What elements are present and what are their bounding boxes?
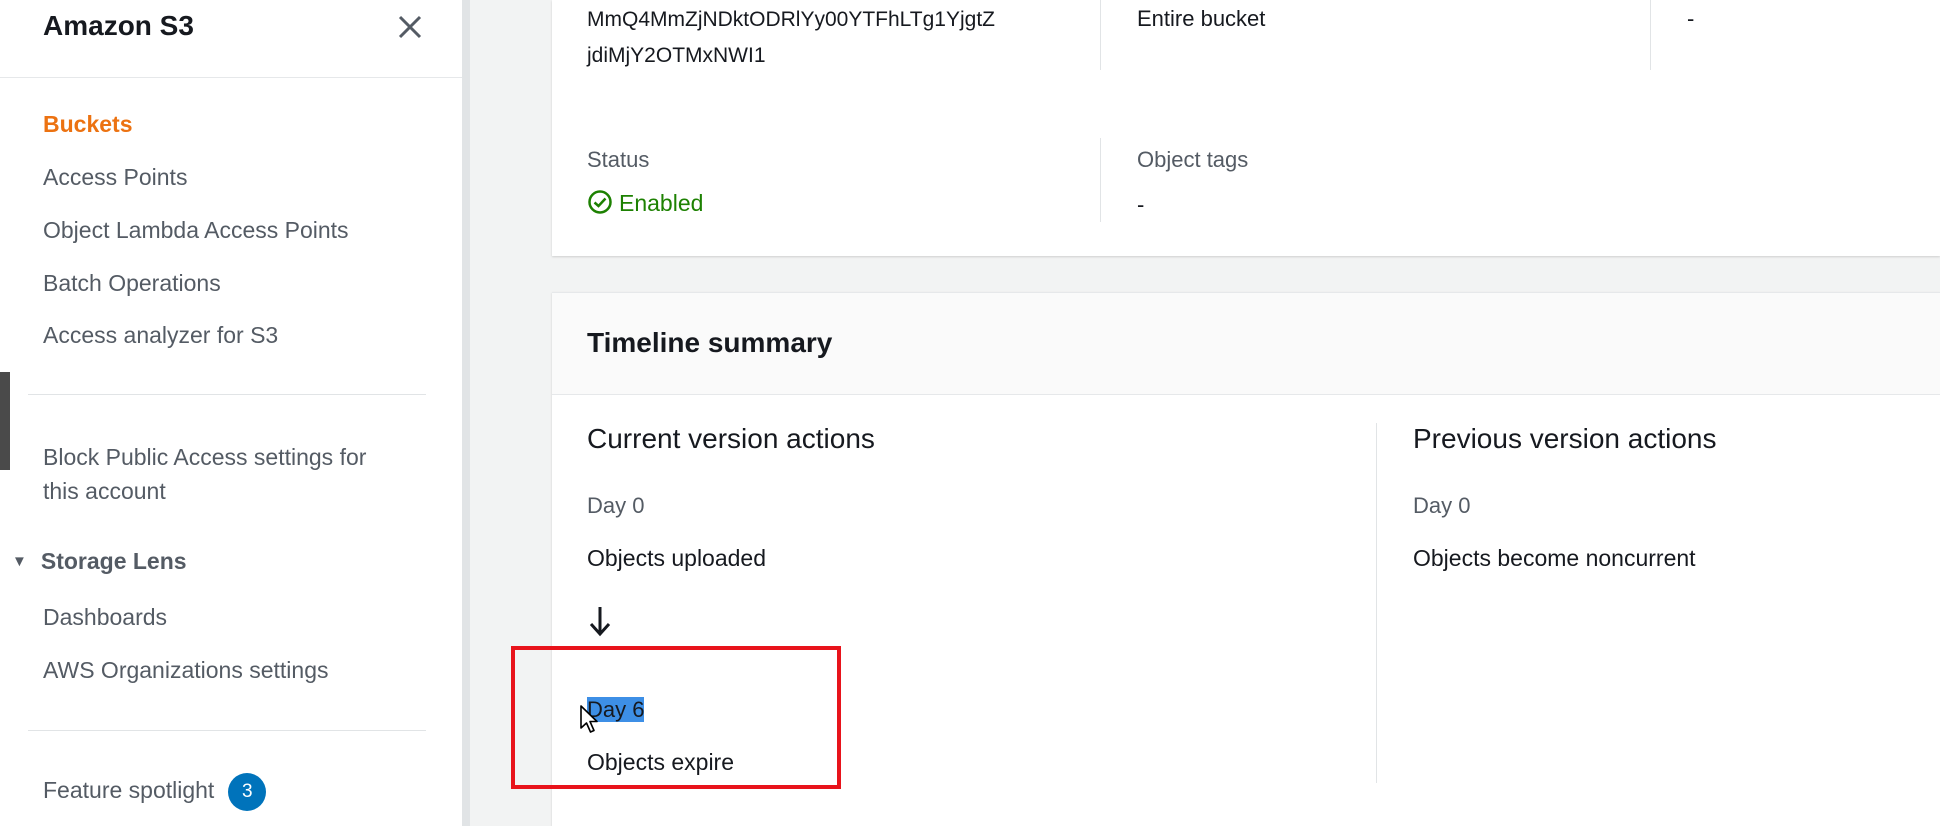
sidebar-group-label: Storage Lens	[40, 548, 187, 574]
timeline-summary-card: Timeline summary Current version actions…	[552, 292, 1940, 826]
column-divider	[1100, 0, 1101, 70]
rule-id-line2: jdiMjY2OTMxNWI1	[587, 44, 766, 67]
sidebar-item-block-public-access[interactable]: Block Public Access settings for	[43, 444, 366, 471]
check-circle-icon	[588, 190, 612, 214]
sidebar-item-object-lambda-access-points[interactable]: Object Lambda Access Points	[43, 217, 349, 244]
sidebar-header: Amazon S3	[0, 0, 462, 78]
object-tags-value: -	[1137, 192, 1145, 217]
sidebar-item-access-analyzer[interactable]: Access analyzer for S3	[43, 322, 278, 349]
mouse-cursor-icon	[579, 704, 599, 739]
sidebar-divider	[28, 730, 426, 731]
rule-overview-card: MmQ4MmZjNDktODRlYy00YTFhLTg1YjgtZ jdiMjY…	[552, 0, 1940, 256]
sidebar-item-aws-organizations-settings[interactable]: AWS Organizations settings	[43, 657, 329, 684]
previous-action-noncurrent: Objects become noncurrent	[1413, 545, 1696, 571]
rule-id-line1: MmQ4MmZjNDktODRlYy00YTFhLTg1YjgtZ	[587, 8, 996, 31]
sidebar-item-block-public-access-line2[interactable]: this account	[43, 478, 166, 505]
sidebar-item-feature-spotlight[interactable]: Feature spotlight 3	[43, 773, 267, 811]
column-divider	[1100, 138, 1101, 222]
status-label: Status	[587, 147, 650, 172]
current-day-0: Day 0	[587, 493, 645, 518]
timeline-title: Timeline summary	[587, 327, 833, 358]
current-version-title: Current version actions	[587, 423, 875, 454]
sidebar-item-access-points[interactable]: Access Points	[43, 164, 187, 191]
object-tags-label: Object tags	[1137, 147, 1249, 172]
sidebar-divider	[28, 394, 426, 395]
edge-scroll-handle[interactable]	[0, 372, 10, 470]
previous-day-0: Day 0	[1413, 493, 1471, 518]
sidebar-resize-handle[interactable]	[462, 0, 470, 826]
caret-down-icon: ▼	[12, 553, 27, 570]
previous-version-title: Previous version actions	[1413, 423, 1717, 454]
column-divider	[1650, 0, 1651, 70]
rule-extra-value: -	[1687, 6, 1695, 31]
sidebar-item-batch-operations[interactable]: Batch Operations	[43, 270, 221, 297]
column-divider	[1376, 423, 1377, 783]
sidebar-item-dashboards[interactable]: Dashboards	[43, 604, 167, 631]
sidebar: Amazon S3 Buckets Access Points Object L…	[0, 0, 462, 826]
rule-scope-value: Entire bucket	[1137, 6, 1266, 31]
sidebar-group-storage-lens[interactable]: ▼ Storage Lens	[12, 548, 187, 575]
sidebar-item-buckets[interactable]: Buckets	[43, 111, 132, 138]
current-action-uploaded: Objects uploaded	[587, 545, 767, 571]
timeline-header: Timeline summary	[552, 293, 1940, 395]
arrow-down-icon	[588, 605, 612, 642]
status-enabled-text: Enabled	[619, 190, 704, 216]
sidebar-title: Amazon S3	[43, 10, 194, 41]
notification-badge: 3	[228, 773, 267, 811]
close-icon[interactable]	[393, 10, 427, 44]
feature-spotlight-label: Feature spotlight	[43, 777, 215, 804]
current-action-expire: Objects expire	[587, 749, 735, 775]
status-value: Enabled	[587, 189, 703, 217]
